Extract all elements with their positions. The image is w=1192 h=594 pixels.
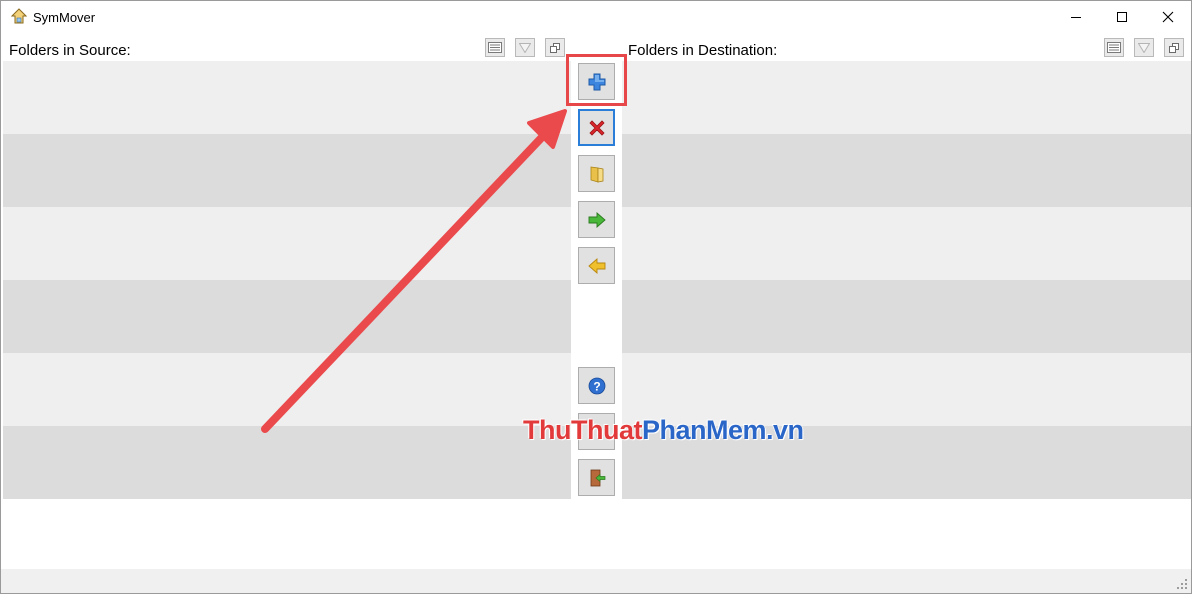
app-window: SymMover Folders in Source: Folders in D… <box>0 0 1192 594</box>
resize-grip-icon[interactable] <box>1177 579 1187 589</box>
watermark-part2: PhanMem <box>641 415 767 445</box>
pointer-arrow <box>261 109 567 433</box>
watermark-part3: .vn <box>766 415 804 445</box>
watermark: ThuThuatPhanMem.vn <box>523 415 804 446</box>
watermark-part1: ThuThuat <box>523 415 642 445</box>
status-bar <box>1 569 1191 593</box>
